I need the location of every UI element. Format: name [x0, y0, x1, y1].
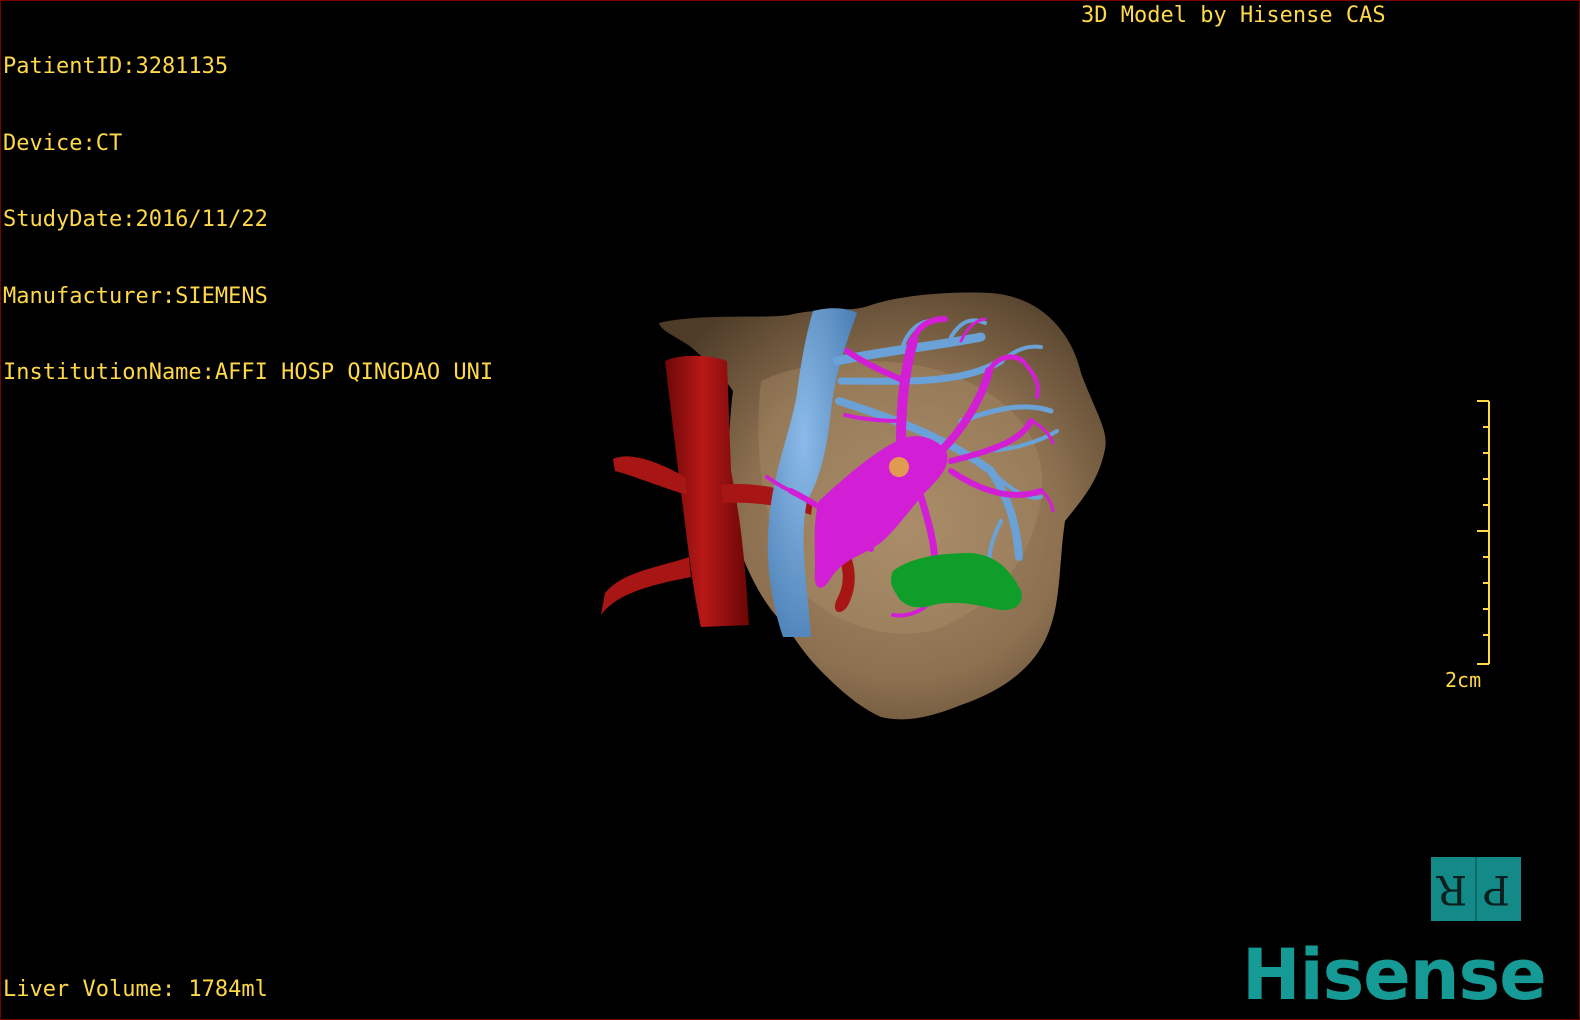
scale-bar: [1477, 400, 1490, 665]
orientation-cube[interactable]: R P: [1431, 857, 1521, 921]
renal-artery-left: [613, 456, 687, 495]
institution-text: InstitutionName:AFFI HOSP QINGDAO UNI: [3, 360, 494, 385]
3d-viewport[interactable]: PatientID:3281135 Device:CT StudyDate:20…: [0, 0, 1580, 1020]
liver-volume-text: Liver Volume: 1784ml: [3, 977, 268, 1002]
orientation-cube-edge: [1475, 857, 1477, 921]
hisense-logo: Hisense: [1242, 934, 1547, 1016]
orientation-label-p: P: [1483, 866, 1510, 912]
patient-id-text: PatientID:3281135: [3, 54, 229, 79]
scale-bar-label: 2cm: [1445, 668, 1482, 692]
orientation-label-r: R: [1437, 866, 1468, 912]
portal-bifurcation-marker: [889, 457, 909, 477]
manufacturer-text: Manufacturer:SIEMENS: [3, 283, 268, 309]
dicom-info-overlay: PatientID:3281135 Device:CT StudyDate:20…: [3, 3, 493, 437]
device-text: Device:CT: [3, 130, 123, 156]
splenic-artery: [601, 557, 691, 615]
study-date-text: StudyDate:2016/11/22: [3, 207, 268, 232]
model-credit-text: 3D Model by Hisense CAS: [1081, 3, 1386, 28]
